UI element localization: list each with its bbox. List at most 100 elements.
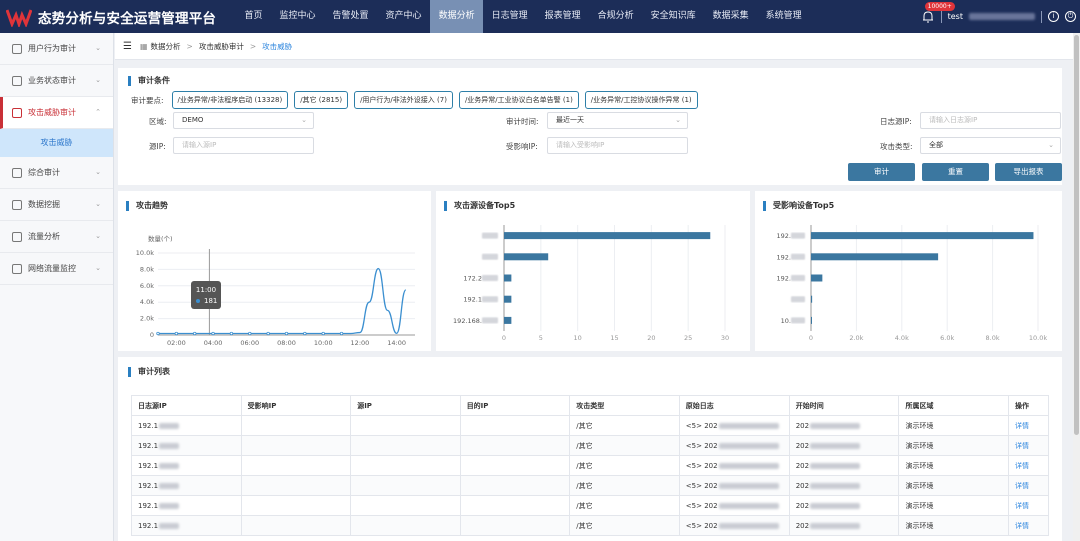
redacted-text [718, 502, 779, 509]
table-cell: 202 [788, 515, 900, 536]
cell-text: 192.1 [138, 441, 159, 450]
table-row[interactable]: 192.1/其它 <5> 202 202 演示环境 详情 [131, 515, 1049, 536]
table-row[interactable]: 192.1/其它 <5> 202 202 演示环境 详情 [131, 455, 1049, 476]
x-tick-label: 14:00 [387, 339, 406, 347]
nav-item[interactable]: 告警处置 [324, 0, 377, 33]
attack-source-chart[interactable]: 0 5 10 15 20 25 30 172.2 192.1 192.168. [436, 191, 750, 351]
detail-link[interactable]: 详情 [1015, 422, 1029, 430]
table-row[interactable]: 192.1/其它 <5> 202 202 演示环境 详情 [131, 435, 1049, 456]
column-header: 源IP [350, 395, 461, 416]
sidebar-item[interactable]: 网络流量监控 ⌄ [0, 253, 113, 285]
time-select[interactable]: 最近一天 ⌄ [547, 112, 688, 129]
export-button[interactable]: 导出报表 [995, 163, 1062, 181]
reset-button[interactable]: 重置 [922, 163, 989, 181]
sidebar-subitem-attack-threat[interactable]: 攻击威胁 [0, 129, 113, 157]
nav-item[interactable]: 数据采集 [704, 0, 757, 33]
redacted-label [482, 253, 498, 260]
sidebar-item[interactable]: 攻击威胁审计 ⌃ [0, 97, 113, 129]
affected-ip-input[interactable]: 请输入受影响IP [547, 137, 688, 154]
info-icon[interactable]: i [1048, 11, 1059, 22]
nav-item[interactable]: 资产中心 [377, 0, 430, 33]
audit-key-tag[interactable]: /业务异常/工控协议操作异常 (1) [584, 91, 698, 109]
nav-item[interactable]: 报表管理 [536, 0, 589, 33]
y-tick-label: 6.0k [140, 282, 154, 290]
nav-item[interactable]: 系统管理 [757, 0, 810, 33]
table-cell [240, 495, 352, 516]
table-row[interactable]: 192.1/其它 <5> 202 202 演示环境 详情 [131, 495, 1049, 516]
nav-item[interactable]: 首页 [236, 0, 271, 33]
x-tick-label: 12:00 [351, 339, 370, 347]
cell-text: /其它 [576, 441, 593, 450]
breadcrumb-item[interactable]: 攻击威胁审计 [199, 41, 244, 52]
redacted-label [482, 317, 498, 324]
category-label: 172.2 [463, 275, 482, 283]
logout-icon[interactable]: ⏻ [1065, 11, 1076, 22]
redacted-label [791, 317, 805, 324]
sidebar-item[interactable]: 业务状态审计 ⌄ [0, 65, 113, 97]
audit-key-tag[interactable]: /用户行为/非法外设接入 (7) [354, 91, 453, 109]
sidebar-item[interactable]: 综合审计 ⌄ [0, 157, 113, 189]
data-point [303, 331, 307, 336]
log-ip-input[interactable]: 请输入日志源IP [920, 112, 1061, 129]
table-cell: 202 [788, 475, 900, 496]
divider [940, 10, 942, 23]
sidebar-item[interactable]: 数据挖掘 ⌄ [0, 189, 113, 221]
nav-item[interactable]: 安全知识库 [642, 0, 704, 33]
divider [1041, 10, 1042, 23]
bar [504, 232, 711, 240]
table-cell: <5> 202 [678, 415, 790, 436]
src-ip-input[interactable]: 请输入源IP [173, 137, 314, 154]
table-cell: 演示环境 [898, 475, 1010, 496]
chevron-down-icon: ⌄ [675, 116, 681, 124]
detail-link[interactable]: 详情 [1015, 482, 1029, 490]
cell-text: <5> 202 [685, 421, 718, 430]
bar [811, 316, 812, 324]
redacted-text [810, 522, 861, 529]
region-select[interactable]: DEMO ⌄ [173, 112, 314, 129]
chevron-down-icon: ⌄ [95, 44, 101, 52]
cell-text: 演示环境 [905, 461, 934, 470]
redacted-text [159, 422, 180, 429]
breadcrumb-item[interactable]: 数据分析 [151, 41, 181, 52]
table-cell [350, 415, 461, 436]
scrollbar-thumb[interactable] [1074, 35, 1079, 435]
detail-link[interactable]: 详情 [1015, 442, 1029, 450]
nav-item[interactable]: 数据分析 [430, 0, 484, 33]
x-tick-label: 10.0k [1029, 334, 1047, 342]
table-row[interactable]: 192.1/其它 <5> 202 202 演示环境 详情 [131, 415, 1049, 436]
data-mining-icon [12, 199, 22, 210]
detail-link[interactable]: 详情 [1015, 522, 1029, 530]
attack-type-select[interactable]: 全部 ⌄ [920, 137, 1061, 154]
category-label: 10. [781, 317, 791, 325]
detail-link[interactable]: 详情 [1015, 502, 1029, 510]
table-cell: <5> 202 [678, 515, 790, 536]
x-tick-label: 15 [610, 334, 618, 342]
table-cell: 202 [788, 495, 900, 516]
page-scrollbar[interactable] [1073, 33, 1080, 541]
table-cell: 演示环境 [898, 455, 1010, 476]
category-label: 192. [777, 232, 791, 240]
redacted-text [810, 422, 861, 429]
menu-toggle-icon[interactable]: ☰ [123, 41, 132, 52]
sidebar-item[interactable]: 用户行为审计 ⌄ [0, 33, 113, 65]
sidebar-item-label: 攻击威胁审计 [28, 108, 76, 117]
attack-trend-chart[interactable]: 数量(个) 0 2.0k 4.0k 6.0k 8.0k 10.0k 02:00 04:00 06:… [118, 191, 431, 351]
nav-item[interactable]: 合规分析 [589, 0, 642, 33]
sidebar-item[interactable]: 流量分析 ⌄ [0, 221, 113, 253]
nav-item[interactable]: 监控中心 [271, 0, 324, 33]
notification-bell-icon[interactable]: 10000+ [921, 1, 955, 24]
redacted-text [159, 502, 180, 509]
detail-link[interactable]: 详情 [1015, 462, 1029, 470]
chevron-down-icon: ⌄ [95, 264, 101, 272]
affected-device-chart[interactable]: 0 2.0k 4.0k 6.0k 8.0k 10.0k 192. 192. 192. 10. [755, 191, 1062, 351]
audit-key-tag[interactable]: /其它 (2815) [294, 91, 349, 109]
audit-button[interactable]: 审计 [848, 163, 915, 181]
nav-item[interactable]: 日志管理 [483, 0, 536, 33]
data-point [211, 331, 215, 336]
table-row[interactable]: 192.1/其它 <5> 202 202 演示环境 详情 [131, 475, 1049, 496]
audit-key-tag[interactable]: /业务异常/非法程序启动 (13328) [171, 91, 289, 109]
username[interactable]: test [948, 12, 963, 21]
bar [504, 253, 549, 261]
audit-key-tag[interactable]: /业务异常/工业协议白名单告警 (1) [458, 91, 579, 109]
redacted-label [791, 253, 805, 260]
